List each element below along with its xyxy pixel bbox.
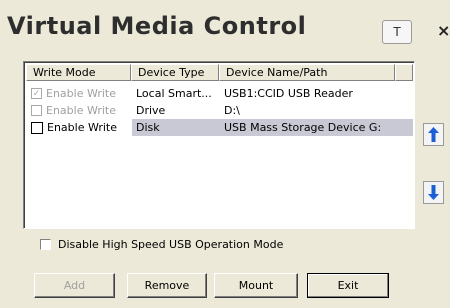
enable-write-checkbox[interactable]: ✓ [31, 88, 42, 99]
move-down-button[interactable] [423, 181, 444, 204]
arrow-up-icon [428, 127, 439, 142]
column-header-filler [395, 64, 413, 81]
device-name-cell: USB Mass Storage Device G: [224, 121, 382, 134]
disable-high-speed-checkbox[interactable] [40, 239, 51, 250]
enable-write-checkbox[interactable] [31, 121, 43, 134]
write-mode-cell: ✓ Enable Write [27, 87, 132, 100]
write-mode-cell: Enable Write [27, 104, 132, 117]
disable-high-speed-label: Disable High Speed USB Operation Mode [58, 238, 284, 251]
pin-button[interactable]: T [382, 20, 412, 44]
device-list[interactable]: Write Mode Device Type Device Name/Path … [23, 61, 415, 229]
table-row[interactable]: ✓ Enable Write Local Smart... USB1:CCID … [27, 85, 413, 102]
enable-write-label: Enable Write [47, 121, 118, 134]
table-row[interactable]: Enable Write Drive D:\ [27, 102, 413, 119]
column-header-device-name[interactable]: Device Name/Path [219, 64, 395, 81]
device-type-cell: Drive [136, 104, 166, 117]
device-name-cell: USB1:CCID USB Reader [224, 87, 353, 100]
mount-button[interactable]: Mount [214, 273, 298, 298]
device-type-cell: Disk [136, 121, 160, 134]
title-bar: Virtual Media Control T × [0, 0, 450, 50]
enable-write-checkbox[interactable] [31, 105, 42, 116]
enable-write-label: Enable Write [46, 87, 117, 100]
table-row[interactable]: Enable Write Disk USB Mass Storage Devic… [27, 119, 413, 136]
write-mode-cell: Enable Write [27, 121, 132, 134]
device-name-cell: D:\ [224, 104, 240, 117]
device-type-cell: Local Smart... [136, 87, 212, 100]
exit-button[interactable]: Exit [307, 273, 389, 298]
add-button[interactable]: Add [34, 273, 115, 298]
column-header-device-type[interactable]: Device Type [131, 64, 219, 81]
list-header: Write Mode Device Type Device Name/Path [26, 64, 413, 81]
window-title: Virtual Media Control [7, 12, 307, 40]
remove-button[interactable]: Remove [127, 273, 207, 298]
arrow-down-icon [428, 185, 439, 200]
move-up-button[interactable] [423, 123, 444, 146]
disable-high-speed-option[interactable]: Disable High Speed USB Operation Mode [40, 238, 283, 251]
close-button[interactable]: × [437, 17, 450, 45]
column-header-write-mode[interactable]: Write Mode [26, 64, 131, 81]
enable-write-label: Enable Write [46, 104, 117, 117]
